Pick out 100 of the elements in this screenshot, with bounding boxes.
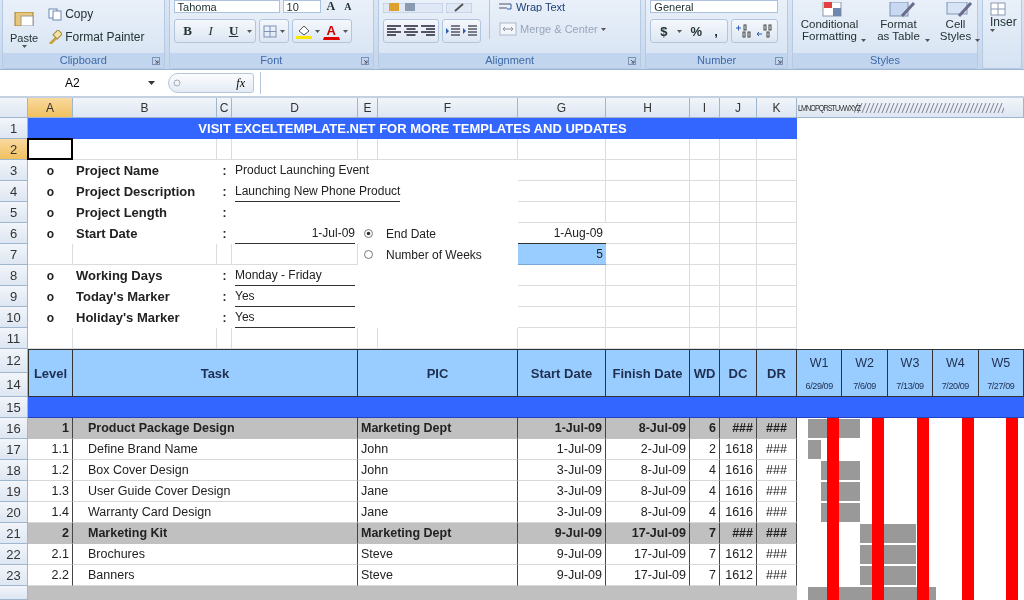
table-cell: ### [757,418,797,439]
table-cell: 1 [28,418,73,439]
table-brush-icon [888,2,916,18]
row-header[interactable]: 23 [0,565,28,586]
row-header[interactable]: 9 [0,286,28,307]
empty-cell [720,223,757,244]
column-heading: Start Date [518,349,606,397]
italic-button[interactable]: I [200,21,221,41]
number-format-field[interactable]: General [650,0,779,13]
field-value: Launching New Phone Product [235,181,401,202]
radio-button[interactable] [363,250,373,259]
dialog-launcher-icon [361,57,370,65]
bold-button[interactable]: B [177,21,198,41]
column-header[interactable]: G [518,98,606,118]
format-as-table-button[interactable]: Format as Table [871,0,933,42]
row-header[interactable]: 10 [0,307,28,328]
row-header[interactable]: 6 [0,223,28,244]
currency-button[interactable]: $ [657,21,671,41]
table-cell: 7 [690,544,720,565]
table-cell: 7 [690,523,720,544]
increase-indent-icon [463,25,478,37]
table-cell: 2 [28,523,73,544]
week-date: 7/27/09 [987,380,1015,391]
column-header[interactable]: A [28,98,73,118]
row-header[interactable]: 3 [0,160,28,181]
empty-cell [757,202,797,223]
dialog-launcher-icon [628,57,637,65]
align-left-icon [387,25,402,37]
percent-button[interactable]: % [687,21,706,41]
selected-cell[interactable] [27,138,73,160]
column-header[interactable]: J [720,98,757,118]
empty-cell [720,139,757,160]
empty-cell [690,160,720,181]
table-cell: 1-Jul-09 [518,418,606,439]
row-header[interactable]: 12 [0,349,28,373]
column-header[interactable]: H [606,98,690,118]
orientation-icon [446,3,473,13]
font-size-field[interactable]: 10 [282,0,321,13]
empty-cell [757,244,797,265]
field-label: Holiday's Marker [75,309,181,327]
cell-styles-button[interactable]: Cell Styles [935,0,983,42]
underline-button[interactable]: U [223,21,244,41]
column-header[interactable]: F [378,98,518,118]
radio-button[interactable] [363,229,373,238]
wrap-text-button[interactable]: Wrap Text [496,0,609,13]
row-header[interactable]: 14 [0,373,28,397]
table-cell: 1616 [720,460,757,481]
table-cell: 1618 [720,439,757,460]
grow-font-button[interactable]: A [323,0,339,13]
row-header[interactable]: 17 [0,439,28,460]
font-name-field[interactable]: Tahoma [173,0,280,13]
align-icon [383,3,444,13]
row-header[interactable]: 18 [0,460,28,481]
row-header[interactable]: 19 [0,481,28,502]
table-cell: 8-Jul-09 [606,481,690,502]
column-header[interactable]: C [217,98,232,118]
row-header[interactable]: 15 [0,397,28,418]
colon: : [221,204,228,222]
table-cell: 1.2 [28,460,73,481]
row-header[interactable]: 20 [0,502,28,523]
row-header[interactable]: 5 [0,202,28,223]
bullet: o [45,309,56,327]
column-header[interactable]: I [690,98,720,118]
select-all-corner[interactable] [0,98,28,118]
row-header[interactable]: 2 [0,139,28,160]
column-header[interactable]: K [757,98,797,118]
table-cell: 1.1 [28,439,73,460]
shrink-font-button[interactable]: A [341,0,355,13]
column-header[interactable]: B [73,98,217,118]
row-header[interactable]: 16 [0,418,28,439]
circle-icon [173,79,181,87]
copy-button[interactable]: Copy [45,4,148,24]
row-header[interactable]: 8 [0,265,28,286]
table-cell: ### [720,418,757,439]
column-header[interactable]: D [232,98,358,118]
bullet: o [45,288,56,306]
row-header[interactable]: 1 [0,118,28,139]
insert-function-button[interactable]: fx [168,73,254,93]
table-cell: Product Package Design [73,418,358,439]
row-header[interactable]: 22 [0,544,28,565]
row-header[interactable]: 21 [0,523,28,544]
column-heading: DC [720,349,757,397]
table-cell: 1.3 [28,481,73,502]
column-header[interactable]: E [358,98,378,118]
paste-button[interactable]: Paste [7,0,42,50]
table-cell: Marketing Dept [358,523,518,544]
conditional-formatting-button[interactable]: Conditional Formatting [797,0,869,42]
brush-icon [48,30,63,44]
format-painter-button[interactable]: Format Painter [45,27,148,47]
table-cell: 2.1 [28,544,73,565]
caret-icon [246,29,252,33]
caret-icon [600,27,606,31]
option-value[interactable]: 5 [518,244,606,265]
banner: VISIT EXCELTEMPLATE.NET FOR MORE TEMPLATES AND UPDATES [28,118,797,139]
row-header[interactable]: 7 [0,244,28,265]
comma-style-button[interactable]: , [711,21,721,41]
row-header[interactable]: 11 [0,328,28,349]
table-cell: 8-Jul-09 [606,418,690,439]
empty-cell [217,244,232,265]
row-header[interactable]: 4 [0,181,28,202]
